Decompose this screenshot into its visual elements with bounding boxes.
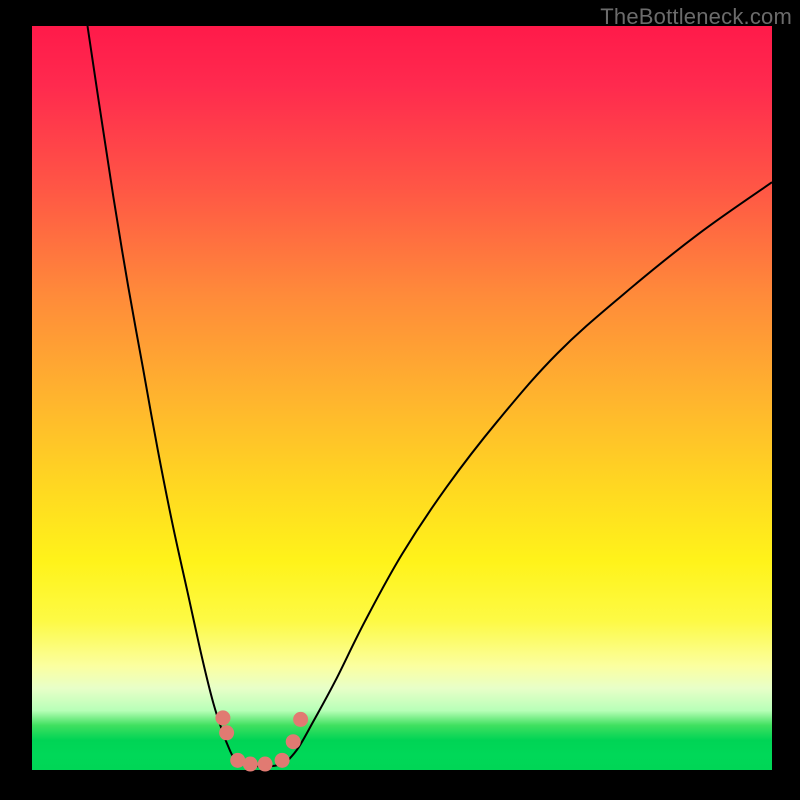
marker-dot: [293, 712, 308, 727]
curve-path: [88, 26, 773, 766]
marker-dot: [286, 734, 301, 749]
marker-dot: [275, 753, 290, 768]
plot-area: [32, 26, 772, 770]
marker-dot: [258, 757, 273, 772]
marker-dot: [243, 757, 258, 772]
watermark-text: TheBottleneck.com: [600, 4, 792, 30]
curve-layer: [32, 26, 772, 770]
curve-markers: [215, 710, 308, 771]
chart-frame: TheBottleneck.com: [0, 0, 800, 800]
marker-dot: [215, 710, 230, 725]
bottleneck-curve: [88, 26, 773, 766]
marker-dot: [219, 725, 234, 740]
